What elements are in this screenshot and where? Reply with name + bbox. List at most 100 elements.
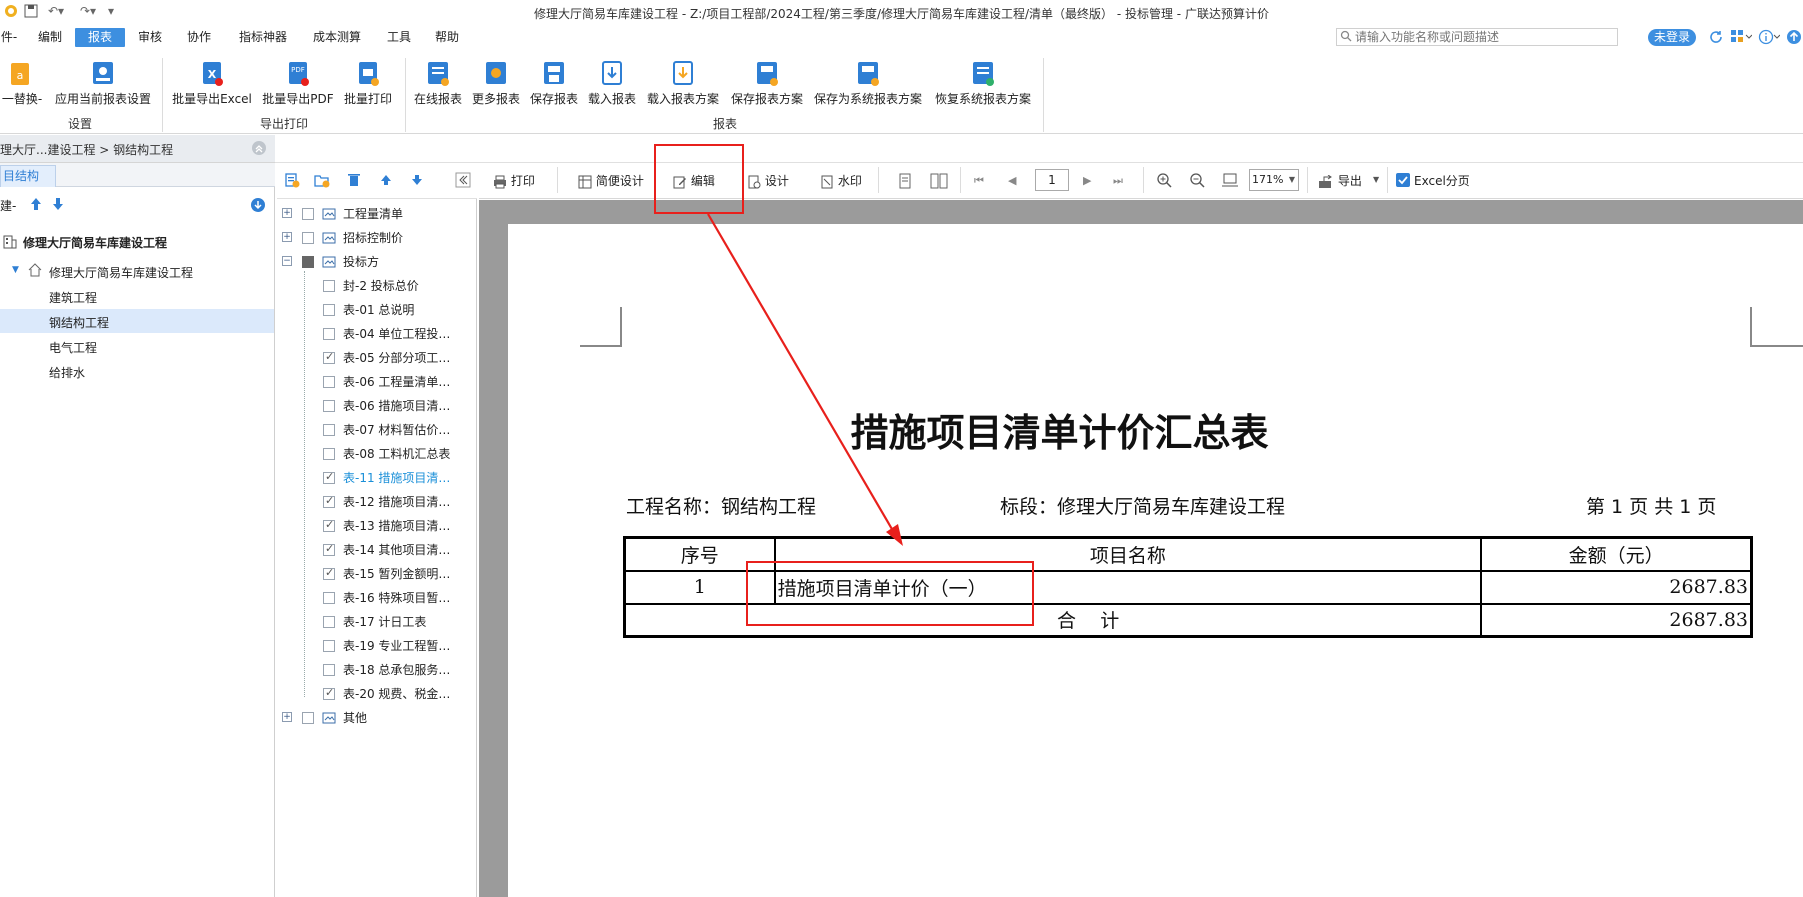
first-page-icon[interactable]: ⏮ bbox=[974, 174, 984, 188]
load-report-button[interactable]: 载入报表 bbox=[586, 60, 638, 110]
online-report-button[interactable]: 在线报表 bbox=[412, 60, 464, 110]
download-circle-icon[interactable] bbox=[250, 197, 266, 213]
tree-item-plumbing[interactable]: 给排水 bbox=[49, 364, 85, 381]
report-checkbox[interactable] bbox=[323, 518, 335, 532]
report-item[interactable]: 表-17 计日工表 bbox=[343, 613, 426, 631]
report-group[interactable]: 其他 bbox=[343, 709, 367, 727]
last-page-icon[interactable]: ⏭ bbox=[1113, 174, 1123, 188]
report-checkbox[interactable] bbox=[323, 566, 335, 580]
tree-item-electrical[interactable]: 电气工程 bbox=[49, 339, 97, 356]
report-checkbox[interactable] bbox=[323, 494, 335, 508]
restore-system-scheme-button[interactable]: 恢复系统报表方案 bbox=[932, 60, 1034, 110]
export-button[interactable]: 导出 bbox=[1318, 172, 1362, 190]
double-page-view-icon[interactable] bbox=[930, 173, 948, 189]
delete-icon[interactable] bbox=[346, 172, 362, 188]
apply-report-settings-button[interactable]: 应用当前报表设置 bbox=[52, 60, 154, 110]
batch-print-button[interactable]: 批量打印 bbox=[343, 60, 393, 110]
menu-cost-calc[interactable]: 成本测算 bbox=[310, 28, 364, 47]
simple-design-button[interactable]: 简便设计 bbox=[578, 172, 644, 190]
report-checkbox[interactable] bbox=[323, 592, 335, 604]
replace-button[interactable]: a 一替换- bbox=[0, 60, 44, 110]
report-item[interactable]: 表-05 分部分项工… bbox=[343, 349, 450, 367]
info-icon[interactable] bbox=[1758, 29, 1780, 45]
tree-item-steel-structure[interactable]: 钢结构工程 bbox=[49, 314, 109, 331]
report-checkbox[interactable] bbox=[323, 304, 335, 316]
report-checkbox[interactable] bbox=[323, 328, 335, 340]
report-item[interactable]: 表-01 总说明 bbox=[343, 301, 414, 319]
page-number-input[interactable]: 1 bbox=[1035, 169, 1069, 191]
report-checkbox[interactable] bbox=[323, 686, 335, 700]
refresh-icon[interactable] bbox=[1708, 29, 1724, 45]
report-item[interactable]: 表-19 专业工程暂… bbox=[343, 637, 450, 655]
tree-expander[interactable]: + bbox=[282, 232, 292, 242]
design-button[interactable]: 设计 bbox=[747, 172, 789, 190]
move-report-up-icon[interactable] bbox=[378, 172, 394, 188]
menu-report[interactable]: 报表 bbox=[75, 28, 125, 47]
group-checkbox[interactable] bbox=[302, 208, 314, 220]
report-item[interactable]: 表-14 其他项目清… bbox=[343, 541, 450, 559]
report-item[interactable]: 表-13 措施项目清… bbox=[343, 517, 450, 535]
tree-expander[interactable]: − bbox=[282, 256, 292, 266]
report-checkbox[interactable] bbox=[323, 448, 335, 460]
save-as-system-scheme-button[interactable]: 保存为系统报表方案 bbox=[813, 60, 923, 110]
excel-paging-checkbox[interactable] bbox=[1396, 173, 1410, 187]
batch-export-pdf-button[interactable]: PDF 批量导出PDF bbox=[262, 60, 334, 110]
zoom-out-icon[interactable] bbox=[1189, 172, 1205, 188]
report-checkbox[interactable] bbox=[323, 280, 335, 292]
upload-icon[interactable] bbox=[1786, 29, 1802, 45]
report-item[interactable]: 表-04 单位工程投… bbox=[343, 325, 450, 343]
add-folder-icon[interactable] bbox=[314, 172, 330, 188]
report-checkbox[interactable] bbox=[323, 542, 335, 556]
move-report-down-icon[interactable] bbox=[409, 172, 425, 188]
tree-expander[interactable]: + bbox=[282, 208, 292, 218]
report-group[interactable]: 招标控制价 bbox=[343, 229, 403, 247]
excel-paging-label[interactable]: Excel分页 bbox=[1414, 172, 1470, 190]
watermark-button[interactable]: 水印 bbox=[820, 172, 862, 190]
tree-sub-project[interactable]: 修理大厅简易车库建设工程 bbox=[49, 264, 193, 281]
report-checkbox[interactable] bbox=[323, 640, 335, 652]
collapse-panel-icon[interactable] bbox=[251, 140, 267, 156]
export-dropdown-icon[interactable]: ▼ bbox=[1373, 175, 1379, 184]
load-report-scheme-button[interactable]: 载入报表方案 bbox=[645, 60, 721, 110]
menu-help[interactable]: 帮助 bbox=[433, 28, 461, 47]
report-group[interactable]: 投标方 bbox=[343, 253, 379, 271]
zoom-select[interactable]: 171% ▼ bbox=[1249, 169, 1299, 191]
tree-item-architecture[interactable]: 建筑工程 bbox=[49, 289, 97, 306]
report-item[interactable]: 表-06 工程量清单… bbox=[343, 373, 450, 391]
feature-search[interactable] bbox=[1336, 28, 1618, 46]
menu-index-tool[interactable]: 指标神器 bbox=[236, 28, 290, 47]
save-report-scheme-button[interactable]: 保存报表方案 bbox=[729, 60, 805, 110]
group-checkbox[interactable] bbox=[302, 712, 314, 724]
report-item[interactable]: 表-15 暂列金额明… bbox=[343, 565, 450, 583]
menu-file[interactable]: 件- bbox=[0, 28, 18, 47]
report-checkbox[interactable] bbox=[323, 664, 335, 676]
report-item[interactable]: 表-11 措施项目清… bbox=[343, 469, 450, 487]
report-checkbox[interactable] bbox=[323, 400, 335, 412]
report-checkbox[interactable] bbox=[323, 424, 335, 436]
report-item[interactable]: 表-16 特殊项目暂… bbox=[343, 589, 450, 607]
fit-width-icon[interactable] bbox=[1221, 172, 1239, 188]
group-checkbox[interactable] bbox=[302, 232, 314, 244]
move-up-icon[interactable] bbox=[29, 196, 43, 212]
report-checkbox[interactable] bbox=[323, 470, 335, 484]
login-button[interactable]: 未登录 bbox=[1648, 29, 1696, 46]
menu-tools[interactable]: 工具 bbox=[385, 28, 413, 47]
batch-export-excel-button[interactable]: X 批量导出Excel bbox=[172, 60, 252, 110]
search-input[interactable] bbox=[1355, 29, 1605, 45]
more-reports-button[interactable]: 更多报表 bbox=[470, 60, 522, 110]
report-item[interactable]: 表-18 总承包服务… bbox=[343, 661, 450, 679]
add-report-icon[interactable] bbox=[284, 172, 300, 188]
report-item[interactable]: 表-20 规费、税金… bbox=[343, 685, 450, 703]
zoom-in-icon[interactable] bbox=[1156, 172, 1172, 188]
move-down-icon[interactable] bbox=[51, 196, 65, 212]
print-button[interactable]: 打印 bbox=[493, 172, 535, 190]
report-checkbox[interactable] bbox=[323, 616, 335, 628]
report-item[interactable]: 封-2 投标总价 bbox=[343, 277, 419, 295]
prev-page-icon[interactable]: ◀ bbox=[1008, 174, 1016, 187]
save-report-button[interactable]: 保存报表 bbox=[528, 60, 580, 110]
tree-root-project[interactable]: 修理大厅简易车库建设工程 bbox=[23, 234, 167, 251]
breadcrumb-path[interactable]: 理大厅...建设工程 > 钢结构工程 bbox=[0, 141, 173, 158]
tree-expander[interactable]: + bbox=[282, 712, 292, 722]
apps-grid-icon[interactable] bbox=[1730, 29, 1752, 45]
tab-project-structure[interactable]: 目结构 bbox=[0, 165, 56, 187]
